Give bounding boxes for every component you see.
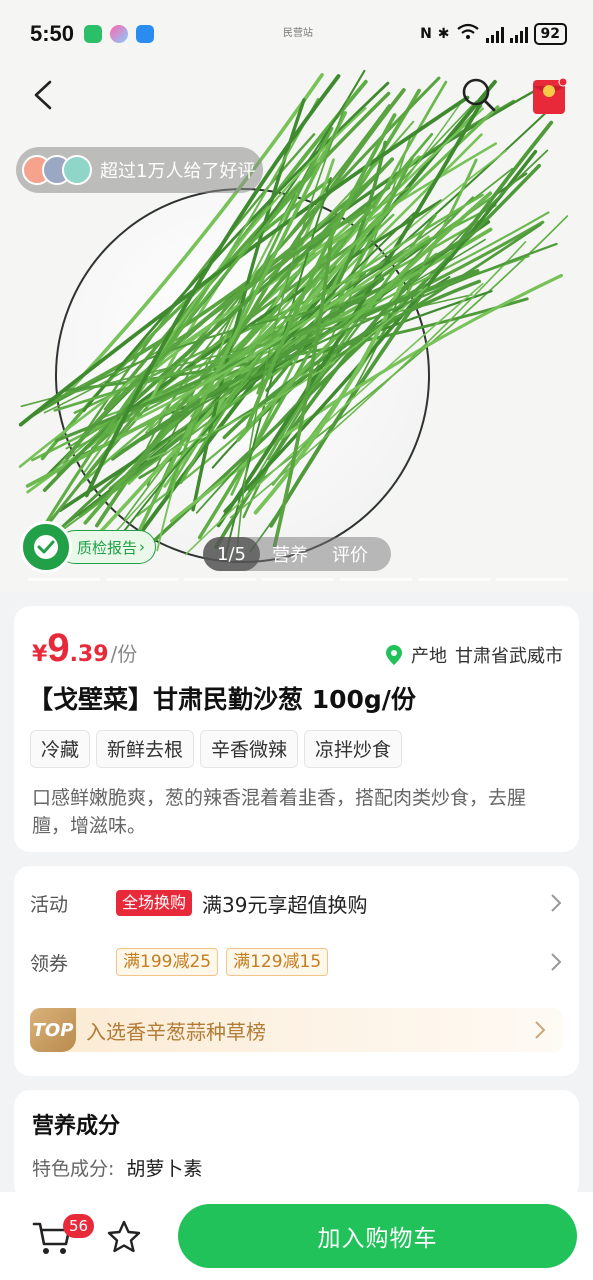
nutrition-feature: 特色成分: 胡萝卜素 xyxy=(32,1154,202,1181)
nutrition-card: 营养成分 特色成分: 胡萝卜素 xyxy=(14,1090,579,1200)
search-button[interactable] xyxy=(460,76,498,114)
back-button[interactable] xyxy=(28,78,62,112)
app-notification-icon xyxy=(110,25,129,43)
origin-value: 甘肃省武威市 xyxy=(455,646,563,667)
quality-assured-icon xyxy=(20,521,72,573)
product-photo-scallions xyxy=(18,69,569,560)
status-center-label: 民营站 xyxy=(283,28,313,39)
product-tag: 新鲜去根 xyxy=(96,730,195,768)
red-envelope-icon xyxy=(533,77,568,114)
price: ¥ 9 .39 /份 xyxy=(32,626,137,671)
signal-icon xyxy=(485,25,504,43)
coupon-chip[interactable]: 满129减15 xyxy=(226,948,329,976)
product-description: 口感鲜嫩脆爽，葱的辣香混着着韭香，搭配肉类炒食，去腥膻，增滋味。 xyxy=(32,787,527,837)
product-tag: 冷藏 xyxy=(30,730,91,768)
product-info-card: ¥ 9 .39 /份 产地 甘肃省武威市 【戈壁菜】甘肃民勤沙葱 100g/份 … xyxy=(14,606,579,852)
price-currency: ¥ xyxy=(32,642,48,667)
cart-count-badge: 56 xyxy=(63,1214,95,1238)
coupon-row[interactable]: 领券 满199减25 满129减15 xyxy=(30,942,563,982)
product-tags: 冷藏 新鲜去根 辛香微辣 凉拌炒食 xyxy=(30,730,403,768)
wifi-icon xyxy=(456,23,480,45)
signal-icon xyxy=(509,25,528,43)
search-icon xyxy=(462,78,496,112)
activity-label: 活动 xyxy=(30,893,69,916)
weather-icon xyxy=(136,25,155,43)
coupon-label: 领券 xyxy=(30,952,69,975)
status-time: 5:50 xyxy=(30,21,75,46)
ranking-banner[interactable]: TOP 入选香辛葱蒜种草榜 xyxy=(30,1008,563,1052)
product-image-carousel[interactable] xyxy=(0,0,593,592)
review-summary-text: 超过1万人给了好评 xyxy=(100,161,256,182)
ranking-text: 入选香辛葱蒜种草榜 xyxy=(86,1019,266,1044)
nutrition-feature-label: 特色成分: xyxy=(32,1158,115,1180)
image-tabs: 1/5 营养 评价 xyxy=(203,537,391,571)
chevron-right-icon xyxy=(535,1021,546,1039)
image-counter[interactable]: 1/5 xyxy=(203,537,260,571)
origin-info: 产地 甘肃省武威市 xyxy=(385,642,563,668)
activity-text: 满39元享超值换购 xyxy=(202,892,368,917)
bottom-action-bar: 加入购物车 xyxy=(0,1192,593,1280)
star-icon xyxy=(107,1220,141,1253)
review-summary-pill[interactable]: 超过1万人给了好评 xyxy=(16,147,263,193)
avatar xyxy=(62,155,92,185)
red-packet-button[interactable] xyxy=(531,76,568,116)
coupon-chip[interactable]: 满199减25 xyxy=(116,948,219,976)
product-title: 【戈壁菜】甘肃民勤沙葱 100g/份 xyxy=(28,685,416,714)
activity-badge: 全场换购 xyxy=(116,890,193,916)
nutrition-feature-value: 胡萝卜素 xyxy=(126,1158,203,1180)
tab-reviews[interactable]: 评价 xyxy=(320,541,380,567)
quality-report-label: 质检报告 xyxy=(77,538,138,557)
carousel-indicator xyxy=(28,578,568,581)
nfc-icon: N xyxy=(420,26,432,42)
battery-indicator: 92 xyxy=(533,23,567,45)
promotion-card: 活动 全场换购 满39元享超值换购 领券 满199减25 满129减15 TOP… xyxy=(14,866,579,1076)
product-tag: 凉拌炒食 xyxy=(304,730,403,768)
app-notification-icon xyxy=(84,25,103,43)
bluetooth-icon: ✱ xyxy=(437,26,450,42)
origin-label: 产地 xyxy=(411,646,447,667)
price-integer: 9 xyxy=(47,626,70,670)
activity-row[interactable]: 活动 全场换购 满39元享超值换购 xyxy=(30,883,563,923)
status-bar: 5:50 民营站 N ✱ 92 xyxy=(0,0,593,68)
tab-nutrition[interactable]: 营养 xyxy=(260,541,320,567)
price-decimal: .39 xyxy=(69,642,109,667)
add-to-cart-button[interactable]: 加入购物车 xyxy=(178,1204,577,1268)
quality-report-link[interactable]: 质检报告 › xyxy=(58,530,156,564)
location-pin-icon xyxy=(386,645,402,665)
chevron-left-icon xyxy=(34,80,52,110)
top-badge: TOP xyxy=(30,1008,76,1052)
favorite-button[interactable] xyxy=(106,1219,142,1255)
product-tag: 辛香微辣 xyxy=(200,730,299,768)
price-unit: /份 xyxy=(110,642,138,666)
chevron-right-icon xyxy=(551,953,562,971)
nutrition-title: 营养成分 xyxy=(32,1114,121,1139)
chevron-right-icon: › xyxy=(139,538,146,556)
chevron-right-icon xyxy=(551,894,562,912)
